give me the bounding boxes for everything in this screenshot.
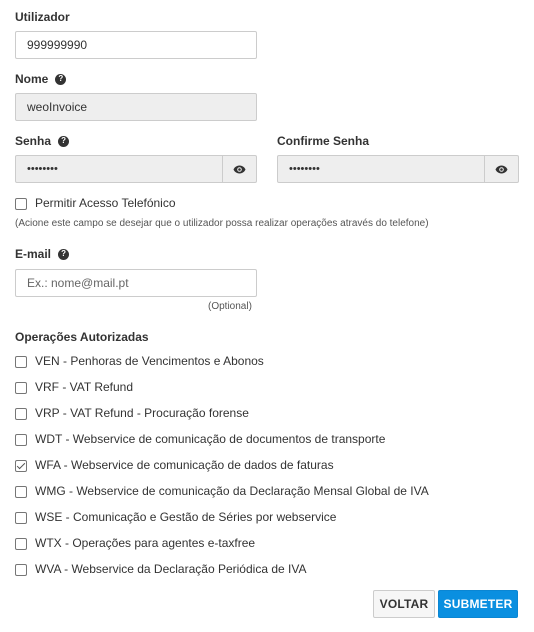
email-optional-note: (Optional): [208, 301, 252, 312]
confirm-password-label: Confirme Senha: [277, 134, 370, 148]
operations-title: Operações Autorizadas: [15, 330, 149, 344]
operation-label-wva[interactable]: WVA - Webservice da Declaração Periódica…: [35, 562, 306, 576]
name-label: Nome ?: [15, 72, 67, 86]
operation-checkbox-vrf[interactable]: [15, 382, 27, 394]
operation-label-vrp[interactable]: VRP - VAT Refund - Procuração forense: [35, 406, 249, 420]
operation-label-ven[interactable]: VEN - Penhoras de Vencimentos e Abonos: [35, 354, 264, 368]
eye-icon: [495, 165, 508, 173]
user-input[interactable]: 999999990: [15, 31, 257, 59]
phone-access-checkbox[interactable]: [15, 198, 27, 210]
confirm-password-input[interactable]: ••••••••: [277, 155, 485, 183]
show-password-button[interactable]: [223, 155, 257, 183]
password-label: Senha ?: [15, 134, 70, 148]
operation-label-wtx[interactable]: WTX - Operações para agentes e-taxfree: [35, 536, 255, 550]
operation-checkbox-wva[interactable]: [15, 564, 27, 576]
operation-label-wdt[interactable]: WDT - Webservice de comunicação de docum…: [35, 432, 385, 446]
operation-checkbox-wtx[interactable]: [15, 538, 27, 550]
operation-label-wmg[interactable]: WMG - Webservice de comunicação da Decla…: [35, 484, 429, 498]
operation-label-wfa[interactable]: WFA - Webservice de comunicação de dados…: [35, 458, 334, 472]
question-circle-icon[interactable]: ?: [58, 135, 70, 147]
question-circle-icon[interactable]: ?: [58, 248, 70, 260]
question-circle-icon[interactable]: ?: [55, 73, 67, 85]
operation-checkbox-wfa[interactable]: [15, 460, 27, 472]
password-input[interactable]: ••••••••: [15, 155, 223, 183]
phone-access-hint: (Acione este campo se desejar que o util…: [15, 218, 429, 229]
email-label: E-mail ?: [15, 247, 70, 261]
name-input: weoInvoice: [15, 93, 257, 121]
operation-label-vrf[interactable]: VRF - VAT Refund: [35, 380, 133, 394]
phone-access-label[interactable]: Permitir Acesso Telefónico: [35, 196, 176, 210]
operation-checkbox-wmg[interactable]: [15, 486, 27, 498]
submit-button[interactable]: SUBMETER: [438, 590, 518, 618]
operation-checkbox-wse[interactable]: [15, 512, 27, 524]
operation-checkbox-vrp[interactable]: [15, 408, 27, 420]
user-label: Utilizador: [15, 10, 70, 24]
operation-label-wse[interactable]: WSE - Comunicação e Gestão de Séries por…: [35, 510, 336, 524]
eye-icon: [233, 165, 246, 173]
back-button[interactable]: VOLTAR: [373, 590, 435, 618]
show-confirm-password-button[interactable]: [485, 155, 519, 183]
operation-checkbox-ven[interactable]: [15, 356, 27, 368]
operation-checkbox-wdt[interactable]: [15, 434, 27, 446]
email-input[interactable]: Ex.: nome@mail.pt: [15, 269, 257, 297]
